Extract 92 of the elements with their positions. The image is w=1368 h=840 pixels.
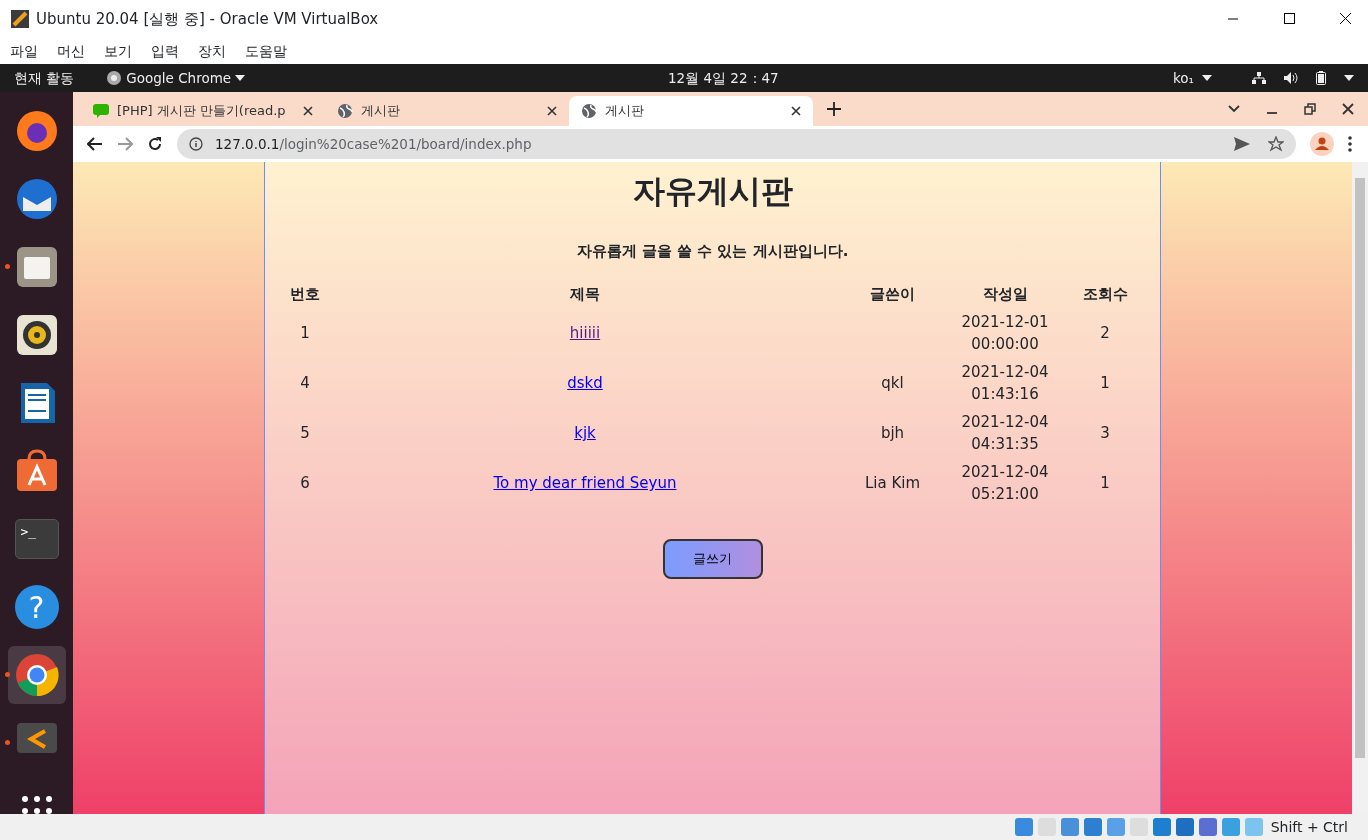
post-title-link[interactable]: kjk	[574, 424, 596, 442]
clock[interactable]: 12월 4일 22：47	[668, 67, 779, 89]
app-menu[interactable]: Google Chrome	[106, 67, 246, 89]
info-icon[interactable]	[189, 137, 203, 151]
close-icon[interactable]	[791, 106, 801, 116]
table-cell-text: 2021-12-04 05:21:00	[961, 462, 1049, 505]
status-device-icon	[1151, 817, 1172, 837]
volume-icon[interactable]	[1284, 72, 1298, 84]
status-device-icon	[1174, 817, 1195, 837]
menu-item[interactable]: 파일	[4, 40, 44, 62]
address-bar[interactable]: 127.0.0.1/login%20case%201/board/index.php	[177, 129, 1296, 159]
table-cell-text: 2	[1099, 323, 1111, 344]
terminal-icon[interactable]: >_	[14, 519, 59, 559]
column-header: 번호	[289, 283, 321, 305]
status-device-icon	[1082, 817, 1103, 837]
menu-item[interactable]: 도움말	[239, 40, 293, 62]
post-title-link[interactable]: dskd	[567, 374, 603, 392]
write-button[interactable]: 글쓰기	[662, 538, 763, 579]
more-menu-icon[interactable]	[1348, 136, 1352, 152]
page-heading: 자유게시판	[632, 172, 793, 211]
chevron-down-icon[interactable]	[1228, 105, 1240, 113]
tab-title: [PHP] 게시판 만들기(read.p	[117, 102, 286, 121]
keyboard-layout[interactable]: ko₁	[1173, 67, 1212, 89]
prompt-symbol: >_	[20, 524, 37, 539]
table-cell-text: 1	[1099, 373, 1111, 394]
tab-title: 게시판	[605, 102, 644, 121]
status-device-icon	[1197, 817, 1218, 837]
dock-item[interactable]	[7, 646, 66, 704]
table-cell-text: 2021-12-04 04:31:35	[961, 412, 1049, 455]
host-key-label: Shift + Ctrl	[1270, 817, 1348, 837]
star-icon[interactable]	[1268, 136, 1284, 152]
send-icon[interactable]	[1234, 137, 1250, 151]
url-text: 127.0.0.1/login%20case%201/board/index.php	[215, 134, 532, 154]
new-tab-icon[interactable]	[827, 102, 841, 116]
activities-button[interactable]: 현재 활동	[0, 67, 89, 89]
caret-icon	[1202, 75, 1212, 81]
table-cell-text: 5	[299, 423, 311, 444]
table-cell-text: qkl	[880, 373, 905, 394]
page-subtitle: 자유롭게 글을 쓸 수 있는 게시판입니다.	[576, 241, 849, 263]
column-header: 제목	[569, 283, 601, 305]
profile-avatar-icon[interactable]	[1310, 132, 1334, 156]
column-header: 조회수	[1081, 283, 1129, 305]
column-header: 작성일	[981, 283, 1029, 305]
battery-icon[interactable]	[1316, 71, 1326, 85]
table-cell-text: bjh	[879, 423, 906, 444]
scrollbar-thumb[interactable]	[1355, 178, 1365, 758]
column-header: 글쓴이	[869, 283, 916, 305]
dock-item[interactable]: >_	[7, 510, 66, 568]
menu-item[interactable]: 보기	[98, 40, 138, 62]
table-cell-text: 1	[1099, 473, 1111, 494]
table-cell-text: 1	[299, 323, 311, 344]
close-icon[interactable]	[1342, 103, 1354, 115]
browser-tab[interactable]: [PHP] 게시판 만들기(read.p	[81, 96, 325, 126]
globe-icon	[581, 103, 597, 119]
fox-globe-icon[interactable]	[14, 109, 59, 153]
table-cell-text: 3	[1099, 423, 1111, 444]
menu-item[interactable]: 머신	[51, 40, 91, 62]
network-icon[interactable]	[1252, 72, 1266, 84]
caret-icon	[235, 75, 246, 81]
browser-tab[interactable]: 게시판	[569, 96, 813, 126]
speaker-icon[interactable]	[14, 313, 59, 357]
folder-icon[interactable]	[14, 245, 59, 289]
mail-bird-icon[interactable]	[14, 177, 59, 221]
status-device-icon	[1220, 817, 1241, 837]
table-cell-text: 2021-12-04 01:43:16	[961, 362, 1049, 405]
table-cell-text: 6	[299, 473, 311, 494]
status-device-icon	[1059, 817, 1080, 837]
menu-item[interactable]: 장치	[192, 40, 232, 62]
browser-icon[interactable]	[14, 653, 59, 697]
table-cell-text: 2021-12-01 00:00:00	[961, 312, 1049, 355]
forward-icon[interactable]	[117, 137, 133, 151]
status-device-icon	[1243, 817, 1264, 837]
tab-title: 게시판	[361, 102, 400, 121]
window-title: Ubuntu 20.04 [실행 중] - Oracle VM VirtualBox	[36, 8, 379, 30]
chat-bubble-icon	[93, 104, 109, 118]
table-cell-text: Lia Kim	[863, 473, 922, 494]
status-device-icon	[1013, 817, 1034, 837]
globe-icon	[337, 103, 353, 119]
back-icon[interactable]	[87, 137, 103, 151]
close-icon[interactable]	[547, 106, 557, 116]
post-title-link[interactable]: To my dear friend Seyun	[493, 474, 677, 492]
question-mark: ?	[28, 588, 45, 627]
browser-tab[interactable]: 게시판	[325, 96, 569, 126]
post-title-link[interactable]: hiiiii	[569, 324, 601, 342]
restore-icon[interactable]	[1304, 103, 1316, 115]
status-device-icon	[1105, 817, 1126, 837]
close-icon[interactable]	[303, 106, 313, 116]
shopping-bag-icon[interactable]	[14, 449, 59, 493]
reload-icon[interactable]	[147, 136, 163, 152]
table-cell-text: 4	[299, 373, 311, 394]
menu-item[interactable]: 입력	[145, 40, 185, 62]
caret-icon[interactable]	[1344, 75, 1354, 81]
